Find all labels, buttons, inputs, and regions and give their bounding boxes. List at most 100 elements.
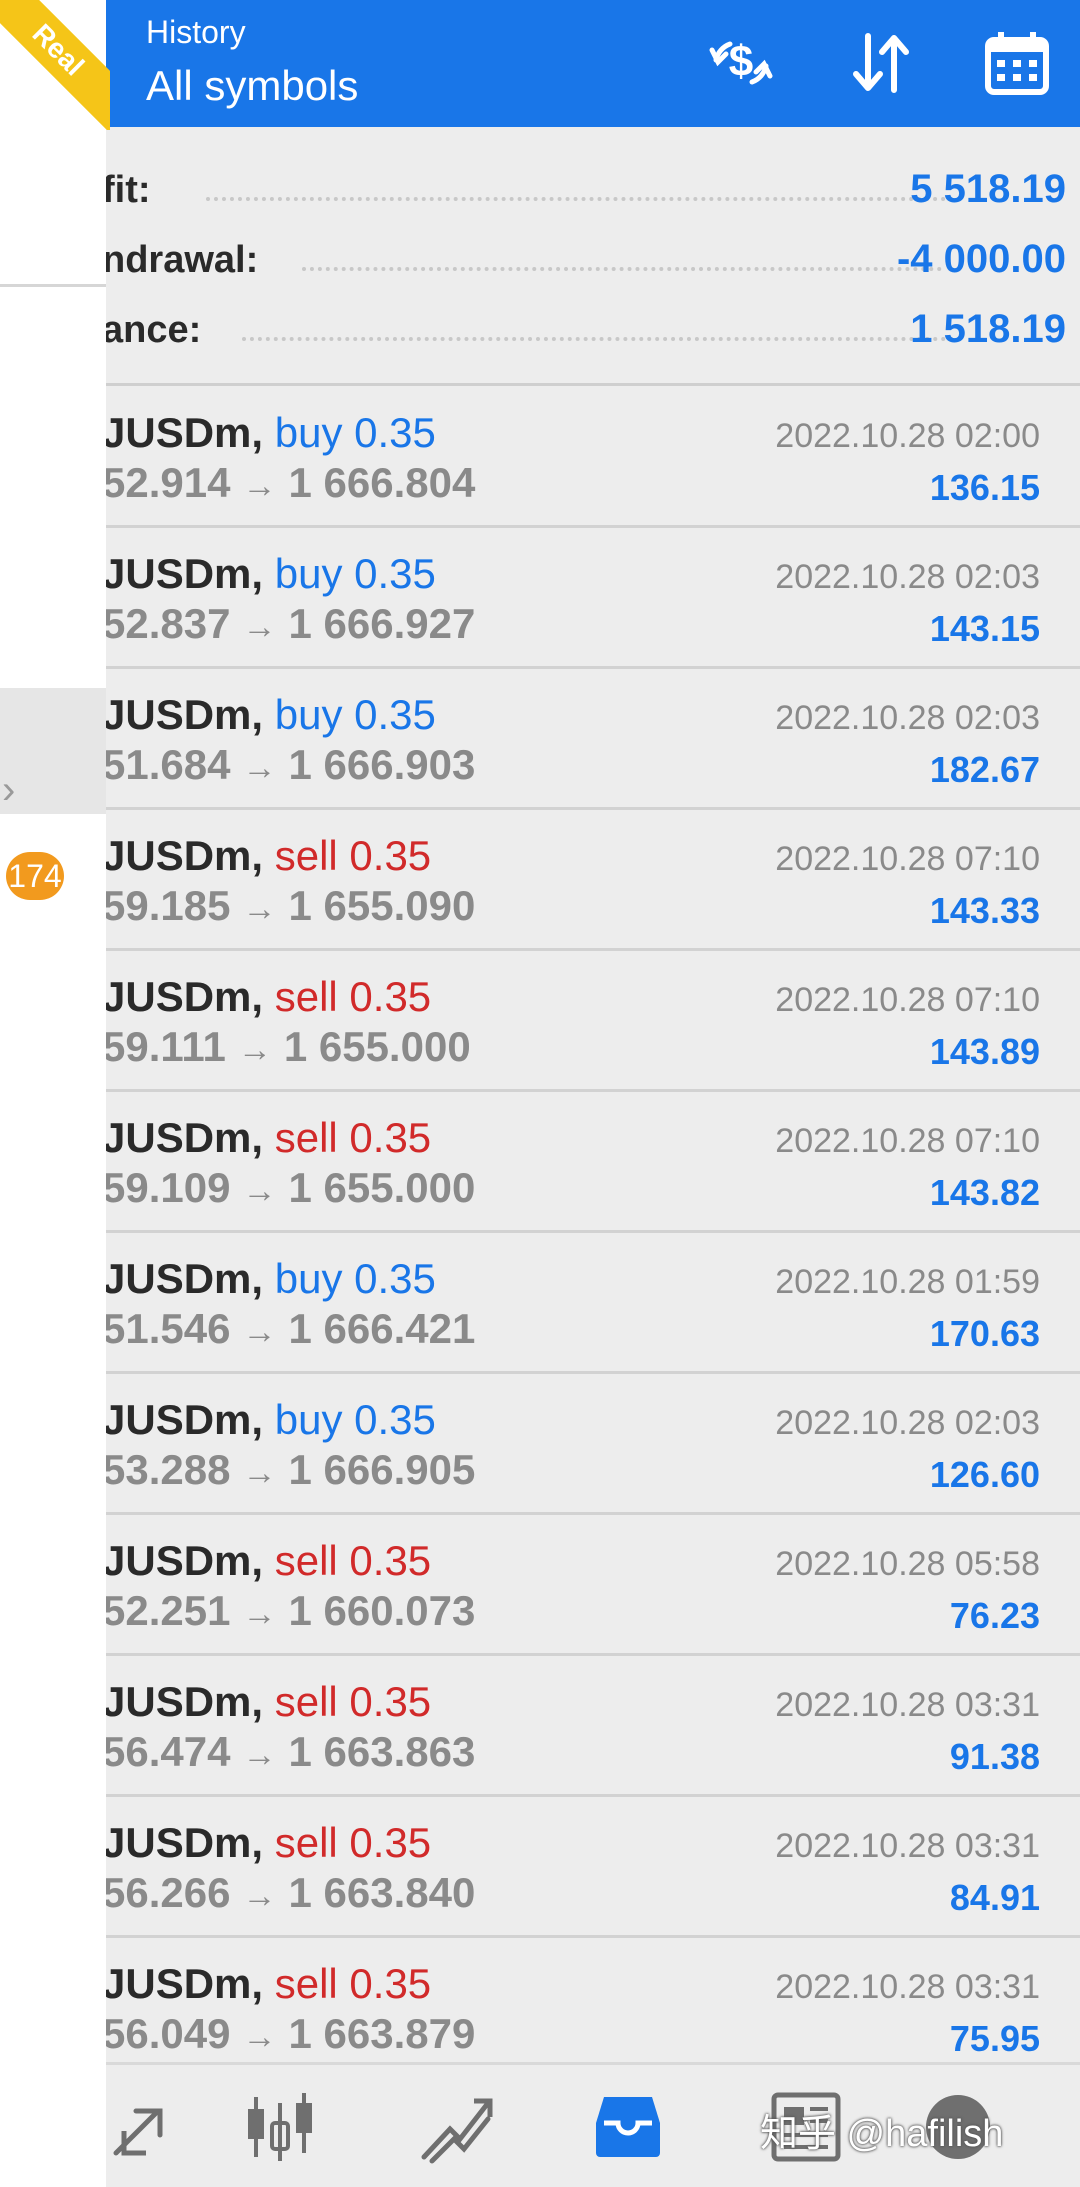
close-price: 1 660.073 (288, 1587, 476, 1634)
summary-divider (106, 383, 1080, 386)
trade-profit: 84.91 (949, 1877, 1040, 1918)
trade-row[interactable]: JUSDm, sell 0.35 56.049 → 1 663.879 2022.10.… (102, 1938, 1080, 2079)
symbol-name: JUSDm, (102, 832, 264, 879)
trade-row[interactable]: JUSDm, sell 0.35 56.474 → 1 663.863 2022.10.… (102, 1656, 1080, 1797)
trade-direction-volume: sell 0.35 (274, 1537, 432, 1584)
trade-direction-volume: sell 0.35 (274, 832, 432, 879)
trade-time: 2022.10.28 07:10 (775, 840, 1040, 878)
trade-prices: 56.266 → 1 663.840 (102, 1869, 475, 1917)
trade-prices: 53.288 → 1 666.905 (102, 1446, 475, 1494)
trade-direction-volume: buy 0.35 (274, 550, 436, 597)
top-app-bar: History All symbols $ (106, 0, 1080, 127)
close-price: 1 666.421 (288, 1305, 476, 1352)
open-price: 51.684 (102, 741, 231, 788)
trade-prices: 51.684 → 1 666.903 (102, 741, 475, 789)
symbol-name: JUSDm, (102, 550, 264, 597)
trade-row[interactable]: JUSDm, sell 0.35 56.266 → 1 663.840 2022.10.… (102, 1797, 1080, 1938)
chart-candles-icon[interactable] (240, 2087, 320, 2167)
right-arrow-icon: → (242, 1313, 277, 1351)
calendar-icon[interactable] (982, 28, 1052, 98)
trade-direction-volume: sell 0.35 (274, 1960, 432, 2007)
trade-profit: 91.38 (949, 1736, 1040, 1777)
trend-icon[interactable] (416, 2087, 496, 2167)
trade-profit: 170.63 (929, 1313, 1040, 1354)
summary-row-balance: ance: 1 518.19 (102, 303, 1080, 363)
symbol-filter-title[interactable]: All symbols (146, 62, 358, 110)
right-arrow-icon: → (242, 467, 277, 505)
trade-time: 2022.10.28 02:00 (775, 417, 1040, 455)
trade-row[interactable]: JUSDm, buy 0.35 53.288 → 1 666.905 2022.10.2… (102, 1374, 1080, 1515)
summary-label: ndrawal: (102, 239, 259, 281)
trade-symbol: JUSDm, sell 0.35 (102, 1819, 431, 1867)
trade-row[interactable]: JUSDm, buy 0.35 52.914 → 1 666.804 2022.10.2… (102, 387, 1080, 528)
trade-prices: 52.251 → 1 660.073 (102, 1587, 475, 1635)
open-price: 53.288 (102, 1446, 231, 1493)
trade-profit: 182.67 (929, 749, 1040, 790)
real-account-badge: Real (0, 0, 110, 130)
trade-prices: 52.837 → 1 666.927 (102, 600, 475, 648)
trade-row[interactable]: JUSDm, buy 0.35 51.546 → 1 666.421 2022.10.2… (102, 1233, 1080, 1374)
trade-profit: 126.60 (929, 1454, 1040, 1495)
trade-prices: 56.049 → 1 663.879 (102, 2010, 475, 2058)
right-arrow-icon: → (242, 890, 277, 928)
right-arrow-icon: → (242, 1736, 277, 1774)
close-price: 1 663.879 (288, 2010, 476, 2057)
close-price: 1 666.903 (288, 741, 476, 788)
history-inbox-icon[interactable] (588, 2087, 668, 2167)
close-price: 1 666.905 (288, 1446, 476, 1493)
trade-direction-volume: sell 0.35 (274, 973, 432, 1020)
notification-count-badge: 174 (6, 852, 64, 900)
drawer-divider (0, 284, 106, 287)
symbol-name: JUSDm, (102, 1819, 264, 1866)
sort-icon[interactable] (846, 28, 916, 98)
trade-row[interactable]: JUSDm, sell 0.35 52.251 → 1 660.073 2022.10.… (102, 1515, 1080, 1656)
open-price: 52.837 (102, 600, 231, 647)
trade-history-list[interactable]: JUSDm, buy 0.35 52.914 → 1 666.804 2022.10.2… (102, 387, 1080, 2079)
chevron-right-icon[interactable]: › (2, 770, 32, 810)
right-arrow-icon: → (242, 2018, 277, 2056)
watermark-text: 知乎 @hafilish (760, 2113, 1004, 2155)
trade-row[interactable]: JUSDm, buy 0.35 52.837 → 1 666.927 2022.10.2… (102, 528, 1080, 669)
trade-prices: 59.111 → 1 655.000 (102, 1023, 471, 1071)
trade-prices: 52.914 → 1 666.804 (102, 459, 475, 507)
right-arrow-icon: → (242, 749, 277, 787)
account-summary: fit: 5 518.19 ndrawal: -4 000.00 ance: 1… (102, 127, 1080, 386)
trade-row[interactable]: JUSDm, sell 0.35 59.185 → 1 655.090 2022.10.… (102, 810, 1080, 951)
trade-time: 2022.10.28 07:10 (775, 1122, 1040, 1160)
trade-profit: 143.82 (929, 1172, 1040, 1213)
close-price: 1 663.863 (288, 1728, 476, 1775)
trade-row[interactable]: JUSDm, buy 0.35 51.684 → 1 666.903 2022.10.2… (102, 669, 1080, 810)
trade-direction-volume: buy 0.35 (274, 1396, 436, 1443)
trade-profit: 136.15 (929, 467, 1040, 508)
trade-direction-volume: buy 0.35 (274, 409, 436, 456)
symbol-name: JUSDm, (102, 1396, 264, 1443)
deposit-withdraw-icon[interactable]: $ (706, 28, 776, 98)
close-price: 1 666.804 (288, 459, 476, 506)
trade-arrow-icon[interactable] (106, 2087, 186, 2167)
screen-subtitle: History (146, 14, 246, 50)
trade-direction-volume: buy 0.35 (274, 1255, 436, 1302)
trade-row[interactable]: JUSDm, sell 0.35 59.109 → 1 655.000 2022.10.… (102, 1092, 1080, 1233)
open-price: 59.185 (102, 882, 231, 929)
trade-symbol: JUSDm, sell 0.35 (102, 1114, 431, 1162)
trade-time: 2022.10.28 05:58 (775, 1545, 1040, 1583)
open-price: 56.266 (102, 1869, 231, 1916)
close-price: 1 655.000 (288, 1164, 476, 1211)
trade-time: 2022.10.28 03:31 (775, 1686, 1040, 1724)
trade-time: 2022.10.28 02:03 (775, 699, 1040, 737)
summary-value: 1 518.19 (910, 307, 1066, 351)
right-arrow-icon: → (242, 1877, 277, 1915)
summary-label: fit: (102, 169, 151, 211)
dotted-leader (206, 197, 946, 201)
trade-profit: 143.33 (929, 890, 1040, 931)
symbol-name: JUSDm, (102, 1114, 264, 1161)
trade-symbol: JUSDm, sell 0.35 (102, 832, 431, 880)
trade-time: 2022.10.28 02:03 (775, 1404, 1040, 1442)
trade-row[interactable]: JUSDm, sell 0.35 59.111 → 1 655.000 2022.10.… (102, 951, 1080, 1092)
summary-value: -4 000.00 (896, 237, 1066, 281)
right-arrow-icon: → (242, 1595, 277, 1633)
side-drawer[interactable]: › 174 (0, 0, 106, 2187)
trade-direction-volume: sell 0.35 (274, 1819, 432, 1866)
trade-symbol: JUSDm, buy 0.35 (102, 1396, 436, 1444)
dotted-leader (302, 267, 942, 271)
